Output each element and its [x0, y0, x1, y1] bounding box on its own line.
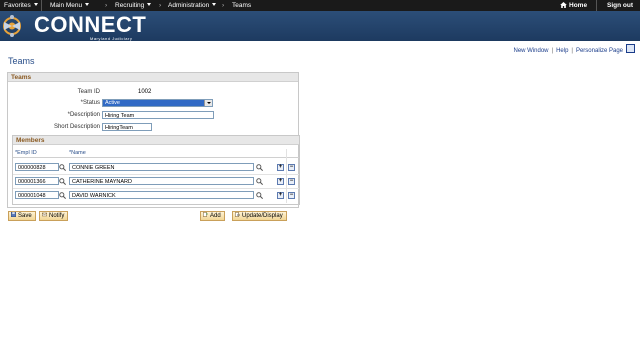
- main-menu[interactable]: Main Menu: [50, 2, 90, 9]
- save-icon: [11, 212, 16, 217]
- description-field[interactable]: Hiring Team: [102, 111, 214, 119]
- status-select[interactable]: Active: [102, 99, 213, 107]
- main-menu-label: Main Menu: [50, 2, 83, 9]
- column-divider: [286, 149, 287, 203]
- personalize-page-link[interactable]: Personalize Page: [576, 48, 623, 54]
- delete-row-button[interactable]: −: [288, 192, 295, 199]
- personalize-grid-icon[interactable]: [626, 44, 635, 53]
- save-button[interactable]: Save: [8, 211, 36, 221]
- link-separator: |: [551, 48, 554, 54]
- lookup-icon[interactable]: [59, 192, 66, 199]
- home-icon: [560, 2, 567, 8]
- empl-id-field[interactable]: 000001366: [15, 177, 59, 185]
- delete-row-button[interactable]: −: [288, 164, 295, 171]
- teams-section-header: Teams: [8, 73, 298, 82]
- add-label: Add: [210, 213, 221, 219]
- logo-subtitle: Maryland Judiciary: [90, 36, 133, 41]
- nav-divider: [41, 0, 42, 11]
- lookup-icon[interactable]: [59, 164, 66, 171]
- empl-id-field[interactable]: 000000828: [15, 163, 59, 171]
- help-link[interactable]: Help: [556, 48, 568, 54]
- chevron-down-icon: [85, 3, 90, 6]
- home-link[interactable]: Home: [560, 2, 587, 9]
- update-display-button[interactable]: Update/Display: [232, 211, 287, 221]
- logo-icon: [3, 15, 21, 37]
- lookup-icon[interactable]: [256, 178, 263, 185]
- lookup-icon[interactable]: [256, 164, 263, 171]
- breadcrumb-separator: ›: [105, 2, 108, 9]
- favorites-label: Favorites: [4, 2, 31, 9]
- add-row-button[interactable]: +: [277, 178, 284, 185]
- add-icon: [203, 212, 208, 217]
- members-section-header: Members: [13, 136, 299, 145]
- short-description-field[interactable]: HiringTeam: [102, 123, 152, 131]
- description-label: *Description: [67, 112, 100, 118]
- update-display-label: Update/Display: [242, 213, 283, 219]
- header-divider: [13, 157, 299, 158]
- top-nav-bar: Favorites Main Menu › Recruiting › Admin…: [0, 0, 640, 11]
- name-field[interactable]: CONNIE GREEN: [69, 163, 254, 171]
- col-header-empl-id[interactable]: *Empl ID: [15, 150, 37, 156]
- breadcrumb-recruiting[interactable]: Recruiting: [115, 2, 152, 9]
- status-label: *Status: [80, 100, 100, 106]
- chevron-down-icon: [212, 3, 217, 6]
- name-field[interactable]: CATHERINE MAYNARD: [69, 177, 254, 185]
- favorites-menu[interactable]: Favorites: [4, 2, 38, 9]
- members-grid: Members *Empl ID *Name 000000828 CONNIE …: [12, 135, 300, 205]
- chevron-down-icon[interactable]: [204, 100, 212, 106]
- row-divider: [13, 188, 299, 189]
- team-id-label: Team ID: [77, 89, 100, 95]
- breadcrumb-separator: ›: [159, 2, 162, 9]
- row-divider: [13, 174, 299, 175]
- new-window-link[interactable]: New Window: [513, 48, 548, 54]
- lookup-icon[interactable]: [256, 192, 263, 199]
- lookup-icon[interactable]: [59, 178, 66, 185]
- page-title: Teams: [8, 56, 35, 66]
- chevron-down-icon: [33, 3, 38, 6]
- nav-divider: [596, 0, 597, 11]
- notify-label: Notify: [49, 213, 65, 219]
- breadcrumb-administration[interactable]: Administration: [168, 2, 217, 9]
- home-label: Home: [569, 2, 588, 9]
- col-header-name[interactable]: *Name: [69, 150, 86, 156]
- notify-button[interactable]: Notify: [39, 211, 69, 221]
- short-description-label: Short Description: [53, 124, 100, 130]
- delete-row-button[interactable]: −: [288, 178, 295, 185]
- page-links: New Window | Help | Personalize Page: [513, 44, 635, 54]
- name-field[interactable]: DAVID WARNICK: [69, 191, 254, 199]
- update-display-icon: [235, 212, 240, 217]
- add-button[interactable]: Add: [200, 211, 225, 221]
- team-id-value: 1002: [138, 89, 152, 95]
- add-row-button[interactable]: +: [277, 164, 284, 171]
- notify-icon: [42, 212, 47, 217]
- sign-out-link[interactable]: Sign out: [607, 2, 633, 9]
- chevron-down-icon: [147, 3, 152, 6]
- add-row-button[interactable]: +: [277, 192, 284, 199]
- breadcrumb-label: Administration: [168, 2, 210, 9]
- save-label: Save: [18, 213, 32, 219]
- breadcrumb-separator: ›: [222, 2, 225, 9]
- empl-id-field[interactable]: 000001048: [15, 191, 59, 199]
- breadcrumb-label: Recruiting: [115, 2, 145, 9]
- link-separator: |: [571, 48, 573, 54]
- status-selected-value: Active: [105, 100, 120, 106]
- breadcrumb-teams[interactable]: Teams: [232, 2, 251, 9]
- logo-text: CONNECT: [34, 12, 147, 37]
